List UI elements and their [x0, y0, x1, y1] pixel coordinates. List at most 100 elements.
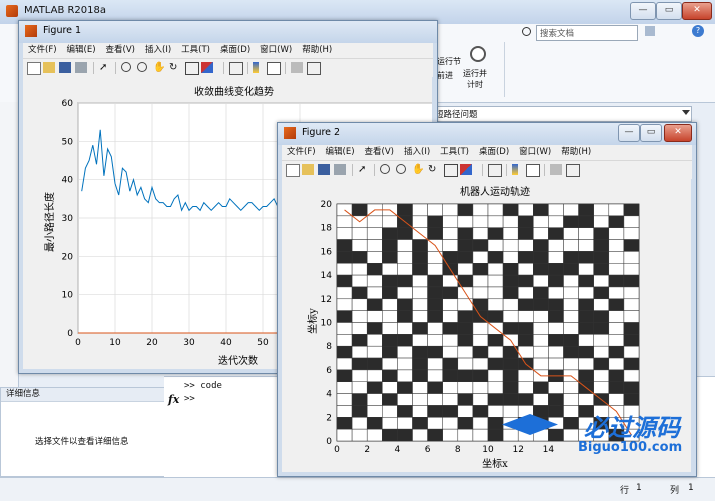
obstacle-cell	[487, 334, 504, 347]
free-cell	[472, 274, 489, 288]
free-cell	[502, 215, 519, 228]
obstacle-cell	[366, 298, 383, 311]
run-section-label[interactable]: 运行节	[437, 56, 461, 67]
pan-icon[interactable]: ✋	[412, 164, 424, 175]
save-icon[interactable]	[318, 164, 330, 175]
free-cell	[593, 298, 610, 311]
save-icon[interactable]	[59, 62, 71, 73]
obstacle-cell	[442, 405, 459, 418]
advance-label[interactable]: 前进	[437, 70, 453, 81]
link-plot-icon[interactable]	[488, 164, 502, 177]
free-cell	[563, 203, 579, 217]
menu-window[interactable]: 窗口(W)	[514, 145, 556, 160]
obstacle-cell	[427, 405, 443, 418]
zoom-in-icon[interactable]	[121, 62, 131, 72]
data-cursor-icon[interactable]	[185, 62, 199, 75]
colorbar-icon[interactable]	[253, 62, 259, 73]
pan-icon[interactable]: ✋	[153, 62, 165, 73]
menu-tools[interactable]: 工具(T)	[176, 43, 215, 58]
obstacle-cell	[397, 203, 413, 217]
menu-help[interactable]: 帮助(H)	[556, 145, 596, 160]
free-cell	[336, 334, 353, 347]
fx-icon[interactable]: fx	[168, 393, 179, 406]
obstacle-cell	[578, 251, 594, 264]
x-tick-label: 30	[183, 338, 195, 348]
obstacle-cell	[382, 334, 398, 347]
legend-icon[interactable]	[267, 62, 281, 75]
menu-file[interactable]: 文件(F)	[282, 145, 321, 160]
dock-icon[interactable]	[307, 62, 321, 75]
y-tick-label: 20	[62, 252, 74, 262]
run-timer-icon[interactable]	[470, 46, 486, 62]
figure-1-titlebar[interactable]: Figure 1	[19, 21, 437, 43]
free-cell	[608, 251, 625, 264]
dock-icon[interactable]	[566, 164, 580, 177]
menu-edit[interactable]: 编辑(E)	[321, 145, 360, 160]
open-file-icon[interactable]	[302, 164, 314, 175]
colorbar-icon[interactable]	[512, 164, 518, 175]
menu-edit[interactable]: 编辑(E)	[62, 43, 101, 58]
obstacle-cell	[457, 310, 474, 323]
brush-icon[interactable]	[460, 164, 472, 175]
zoom-out-icon[interactable]	[396, 164, 406, 174]
hide-tools-icon[interactable]	[291, 62, 303, 73]
obstacle-cell	[502, 393, 519, 406]
figure-2-maximize-button[interactable]: ▭	[640, 124, 662, 142]
y-tick-label: 20	[321, 200, 333, 210]
menu-view[interactable]: 查看(V)	[101, 43, 140, 58]
free-cell	[578, 393, 594, 406]
path-dropdown-icon[interactable]	[682, 110, 690, 115]
main-close-button[interactable]: ✕	[682, 2, 712, 20]
search-box[interactable]: 搜索文档	[536, 25, 638, 41]
current-folder-bar[interactable]: 短路径问题	[430, 106, 692, 122]
run-timer-label[interactable]: 运行并 计时	[463, 68, 487, 90]
rotate-icon[interactable]: ↻	[428, 164, 440, 175]
open-file-icon[interactable]	[43, 62, 55, 73]
main-minimize-button[interactable]: —	[630, 2, 656, 20]
search-input[interactable]: 搜索文档	[540, 27, 574, 39]
menu-insert[interactable]: 插入(I)	[140, 43, 176, 58]
free-cell	[593, 203, 610, 217]
command-prompt[interactable]: >>	[184, 394, 195, 404]
new-figure-icon[interactable]	[286, 164, 300, 177]
link-plot-icon[interactable]	[229, 62, 243, 75]
menu-file[interactable]: 文件(F)	[23, 43, 62, 58]
print-icon[interactable]	[334, 164, 346, 175]
data-cursor-icon[interactable]	[444, 164, 458, 177]
pointer-icon[interactable]: ➚	[99, 62, 111, 73]
print-icon[interactable]	[75, 62, 87, 73]
menu-desktop[interactable]: 桌面(D)	[474, 145, 514, 160]
free-cell	[563, 239, 579, 252]
obstacle-cell	[517, 298, 534, 311]
brush-icon[interactable]	[201, 62, 213, 73]
obstacle-cell	[397, 381, 413, 394]
menu-insert[interactable]: 插入(I)	[399, 145, 435, 160]
menu-help[interactable]: 帮助(H)	[297, 43, 337, 58]
zoom-in-icon[interactable]	[380, 164, 390, 174]
free-cell	[578, 334, 594, 347]
ribbon-collapse-icon[interactable]	[645, 26, 655, 36]
legend-icon[interactable]	[526, 164, 540, 177]
free-cell	[427, 334, 443, 347]
help-icon[interactable]: ?	[692, 25, 704, 37]
obstacle-cell	[517, 322, 534, 335]
figure-2-close-button[interactable]: ✕	[664, 124, 692, 142]
search-icon[interactable]	[522, 27, 531, 36]
menu-window[interactable]: 窗口(W)	[255, 43, 297, 58]
hide-tools-icon[interactable]	[550, 164, 562, 175]
rotate-icon[interactable]: ↻	[169, 62, 181, 73]
menu-desktop[interactable]: 桌面(D)	[215, 43, 255, 58]
menu-view[interactable]: 查看(V)	[360, 145, 399, 160]
new-figure-icon[interactable]	[27, 62, 41, 75]
figure-icon	[284, 127, 296, 139]
toolbar-separator	[482, 164, 483, 176]
figure-2-minimize-button[interactable]: —	[618, 124, 640, 142]
figure-2-titlebar[interactable]: Figure 2 — ▭ ✕	[278, 123, 696, 145]
menu-tools[interactable]: 工具(T)	[435, 145, 474, 160]
zoom-out-icon[interactable]	[137, 62, 147, 72]
free-cell	[533, 345, 549, 359]
free-cell	[457, 345, 474, 359]
free-cell	[487, 203, 504, 217]
pointer-icon[interactable]: ➚	[358, 164, 370, 175]
main-maximize-button[interactable]: ▭	[656, 2, 682, 20]
